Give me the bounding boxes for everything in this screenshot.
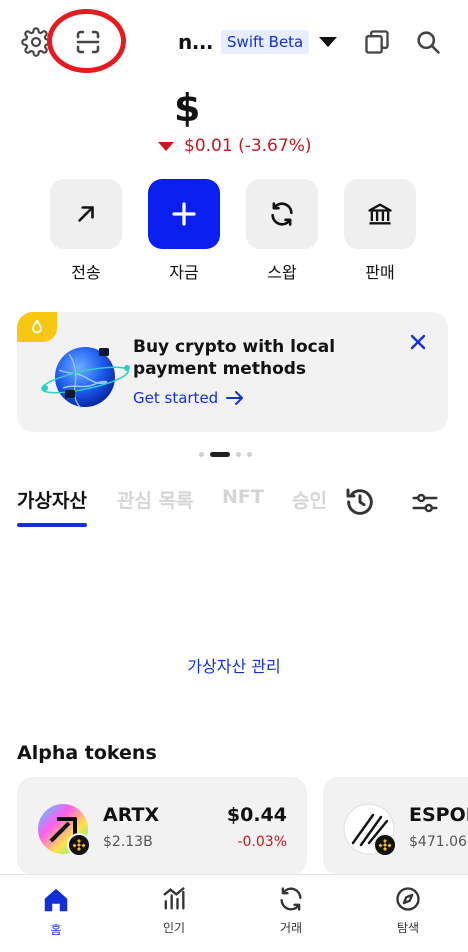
nav-home-label: 홈 [50, 923, 62, 937]
token-change: -0.03% [237, 834, 287, 850]
token-market-cap: $2.13B [103, 834, 153, 850]
alpha-tokens-title: Alpha tokens [17, 742, 157, 764]
close-icon[interactable] [410, 334, 426, 350]
nav-home[interactable]: 홈 [16, 885, 96, 938]
top-bar: n... Swift Beta [0, 0, 468, 84]
action-buttons: 전송 자금 스왑 판매 [0, 179, 468, 289]
token-market-cap: $471.06 [409, 834, 467, 850]
flame-icon [32, 319, 42, 334]
copy-icon[interactable] [362, 27, 392, 57]
total-balance: $ [174, 86, 201, 130]
carousel-dot[interactable] [236, 452, 241, 457]
beta-badge: Swift Beta [221, 30, 310, 54]
carousel-dot-active[interactable] [210, 452, 230, 457]
nav-trade-label: 거래 [279, 921, 303, 935]
highlight-ring [47, 9, 126, 73]
tab-assets[interactable]: 가상자산 [17, 486, 87, 513]
bnb-chain-icon [373, 833, 397, 857]
swap-button[interactable]: 스왑 [246, 179, 318, 283]
active-tab-underline [17, 523, 87, 527]
get-started-link[interactable]: Get started [133, 389, 244, 407]
bottom-nav: 홈 인기 거래 탐색 [0, 874, 468, 952]
fund-button[interactable]: 자금 [148, 179, 220, 283]
tab-watchlist[interactable]: 관심 목록 [117, 486, 194, 513]
sell-button-tile[interactable] [344, 179, 416, 249]
history-icon[interactable] [344, 486, 376, 518]
home-icon [44, 888, 68, 912]
promo-tag [17, 312, 57, 342]
send-label: 전송 [71, 263, 101, 282]
sell-button[interactable]: 판매 [344, 179, 416, 283]
compass-icon [396, 887, 420, 911]
token-symbol: ARTX [103, 804, 160, 826]
promo-title: Buy crypto with local payment methods [133, 337, 336, 379]
send-button[interactable]: 전송 [50, 179, 122, 283]
get-started-label: Get started [133, 389, 219, 407]
arrow-right-icon [226, 391, 244, 405]
token-card[interactable]: ARTX $2.13B $0.44 -0.03% [17, 777, 307, 875]
down-triangle-icon [158, 141, 174, 151]
tab-approvals[interactable]: 승인 [292, 486, 328, 513]
balance-change: $0.01 (-3.67%) [158, 136, 311, 156]
fund-button-tile[interactable] [148, 179, 220, 249]
chart-icon [163, 887, 185, 910]
swap-label: 스왑 [267, 263, 297, 282]
promo-banner[interactable]: Buy crypto with local payment methods Ge… [17, 312, 448, 432]
swap-button-tile[interactable] [246, 179, 318, 249]
balance-change-text: $0.01 (-3.67%) [184, 136, 312, 156]
bnb-chain-icon [67, 833, 91, 857]
carousel-dot[interactable] [199, 452, 204, 457]
nav-trending-label: 인기 [162, 921, 186, 935]
account-name: n... [178, 30, 214, 54]
nav-trending[interactable]: 인기 [134, 885, 214, 936]
search-icon[interactable] [412, 26, 444, 58]
account-selector[interactable]: n... Swift Beta [178, 28, 338, 56]
nav-explore-label: 탐색 [396, 921, 420, 935]
chevron-down-icon [319, 37, 338, 47]
tab-nft[interactable]: NFT [222, 486, 264, 508]
send-arrow-icon [78, 206, 94, 222]
fund-label: 자금 [169, 263, 199, 282]
bank-icon [368, 203, 392, 225]
carousel-dot[interactable] [247, 452, 252, 457]
token-symbol: ESPOR [409, 804, 468, 826]
token-card[interactable]: ESPOR $471.06 [323, 777, 468, 875]
filter-sliders-icon[interactable] [410, 488, 440, 518]
manage-assets-link[interactable]: 가상자산 관리 [0, 653, 468, 677]
swap-icon [280, 887, 302, 911]
token-price: $0.44 [226, 804, 287, 826]
send-button-tile[interactable] [50, 179, 122, 249]
asset-tabs: 가상자산 관심 목록 NFT 승인 [0, 486, 468, 530]
plus-icon [172, 202, 196, 226]
globe-illustration [41, 347, 130, 409]
nav-trade[interactable]: 거래 [251, 885, 331, 936]
carousel-indicator [199, 452, 252, 457]
nav-explore[interactable]: 탐색 [368, 885, 448, 936]
sell-label: 판매 [365, 263, 395, 282]
swap-icon [271, 202, 293, 226]
